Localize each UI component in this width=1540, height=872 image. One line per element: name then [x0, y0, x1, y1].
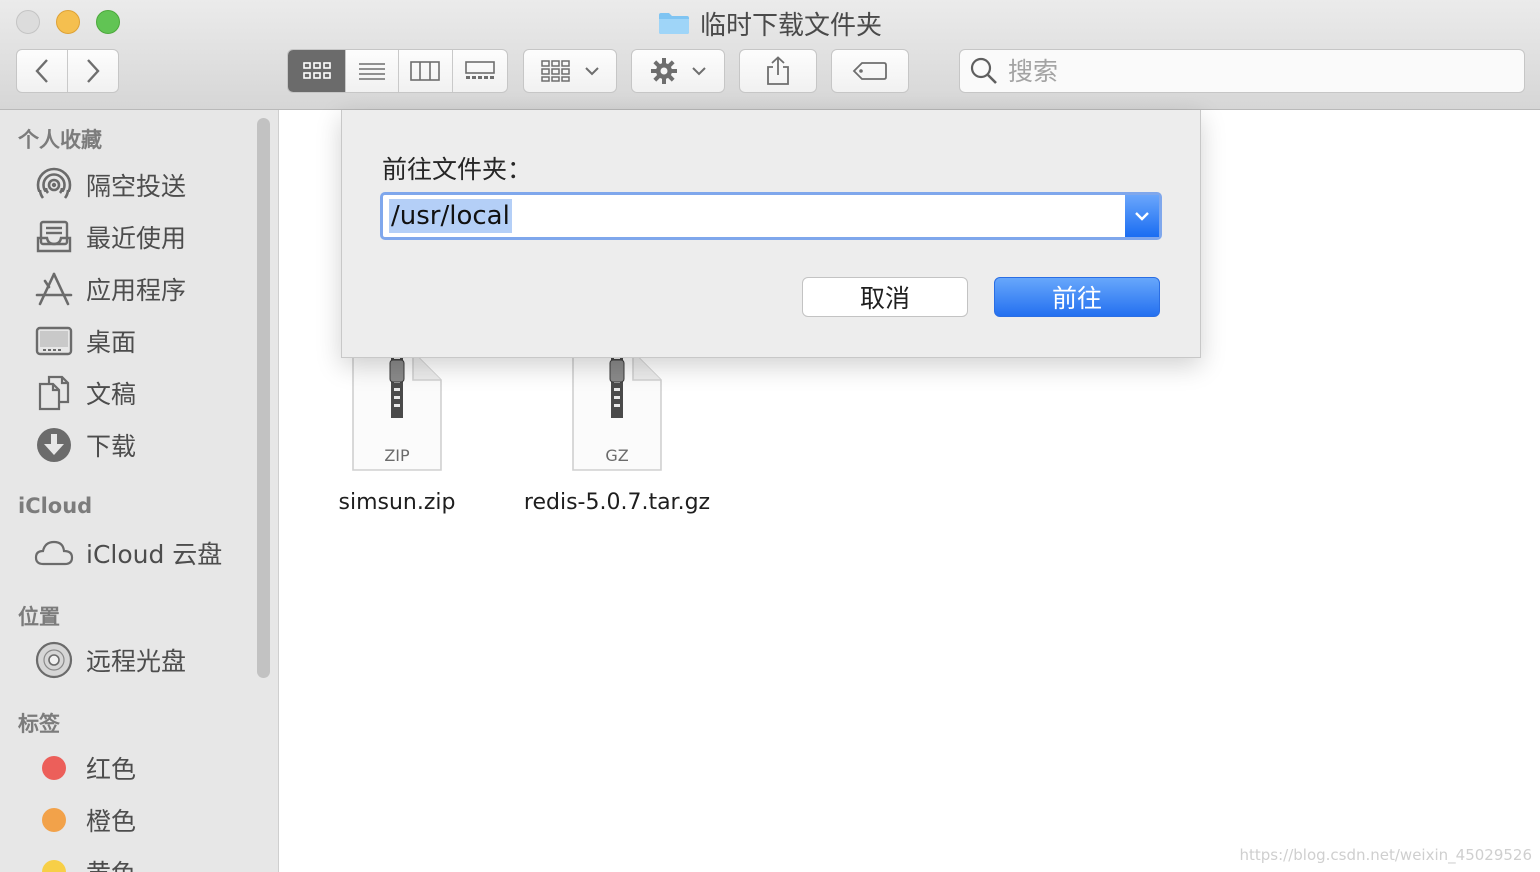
- sidebar-item-desktop[interactable]: 桌面: [34, 318, 244, 364]
- edit-tags-button[interactable]: [831, 49, 909, 93]
- sidebar-item-label: 应用程序: [86, 276, 187, 305]
- tag-color-dot: [42, 860, 66, 872]
- sidebar: 个人收藏 隔空投送 最近使用 应用程序 桌面 文稿 下载 iCloud iClo…: [0, 110, 279, 872]
- column-view-button[interactable]: [399, 50, 453, 92]
- file-type-label: ZIP: [384, 446, 410, 465]
- chevron-right-icon: [86, 59, 100, 83]
- icon-view-button[interactable]: [288, 50, 347, 92]
- group-by-button[interactable]: [523, 49, 617, 93]
- window-title-bar: 临时下载文件夹: [0, 6, 1540, 41]
- file-item[interactable]: ZIP simsun.zip: [297, 350, 497, 515]
- airdrop-icon: [34, 165, 74, 205]
- gallery-view-button[interactable]: [453, 50, 508, 92]
- chevron-down-icon: [585, 67, 599, 76]
- sidebar-item-label: 橙色: [86, 807, 137, 836]
- folder-icon: [658, 13, 689, 34]
- sidebar-header-locations: 位置: [18, 605, 60, 629]
- zip-file-icon: ZIP: [351, 350, 443, 471]
- search-field[interactable]: [959, 49, 1525, 93]
- view-mode-control: [287, 49, 508, 93]
- sidebar-scrollbar[interactable]: [257, 118, 270, 678]
- file-name: simsun.zip: [338, 490, 456, 515]
- finder-window: 临时下载文件夹 搜索 个人收藏 隔空投送 最近使用 应用程序 桌面 文稿 下载 …: [0, 0, 1540, 872]
- share-icon: [767, 56, 789, 85]
- list-icon: [359, 63, 386, 80]
- desktop-icon: [34, 321, 74, 361]
- chevron-down-icon: [1135, 212, 1149, 221]
- go-to-folder-dialog: 前往文件夹： /usr/local 取消 前往: [341, 110, 1201, 358]
- sidebar-item-label: 下载: [86, 432, 137, 461]
- sidebar-item-label: 桌面: [86, 328, 137, 357]
- grid-icon: [302, 62, 331, 79]
- sidebar-item-tag-red[interactable]: 红色: [34, 745, 244, 791]
- disc-icon: [34, 640, 74, 680]
- file-type-label: GZ: [605, 446, 629, 465]
- downloads-icon: [34, 425, 74, 465]
- applications-icon: [34, 269, 74, 309]
- forward-button[interactable]: [68, 50, 119, 92]
- sidebar-header-icloud: iCloud: [18, 494, 93, 518]
- sidebar-item-label: 红色: [86, 755, 137, 784]
- sidebar-item-tag-yellow[interactable]: 黄色: [34, 849, 244, 872]
- gear-icon: [651, 58, 677, 84]
- navigation-buttons: [16, 49, 119, 93]
- file-name: redis-5.0.7.tar.gz: [523, 490, 711, 515]
- sidebar-header-tags: 标签: [18, 712, 60, 736]
- sidebar-item-label: 最近使用: [86, 224, 187, 253]
- path-combobox[interactable]: /usr/local: [380, 192, 1162, 240]
- sidebar-item-label: 远程光盘: [86, 647, 187, 676]
- tag-color-dot: [42, 756, 66, 780]
- sidebar-item-label: 黄色: [86, 854, 136, 872]
- cancel-button[interactable]: 取消: [802, 277, 968, 317]
- chevron-left-icon: [35, 59, 48, 83]
- back-button[interactable]: [17, 50, 68, 92]
- go-button[interactable]: 前往: [994, 277, 1160, 317]
- sidebar-item-tag-orange[interactable]: 橙色: [34, 797, 244, 843]
- gz-file-icon: GZ: [571, 350, 663, 471]
- path-history-dropdown[interactable]: [1125, 195, 1159, 237]
- tag-icon: [852, 62, 887, 80]
- tag-color-dot: [42, 808, 66, 832]
- sidebar-item-applications[interactable]: 应用程序: [34, 266, 244, 312]
- columns-icon: [410, 61, 441, 81]
- sidebar-item-label: 文稿: [86, 380, 137, 409]
- toolbar: 临时下载文件夹: [0, 0, 1540, 110]
- documents-icon: [34, 373, 74, 413]
- recents-icon: [34, 217, 74, 257]
- sidebar-item-label: iCloud 云盘: [86, 540, 223, 569]
- watermark: https://blog.csdn.net/weixin_45029526: [1239, 846, 1532, 864]
- sidebar-item-label: 隔空投送: [86, 172, 187, 201]
- sidebar-item-recents[interactable]: 最近使用: [34, 214, 244, 260]
- sidebar-item-remote-disc[interactable]: 远程光盘: [34, 637, 244, 683]
- dialog-title: 前往文件夹：: [382, 155, 533, 184]
- chevron-down-icon: [692, 67, 706, 76]
- share-button[interactable]: [739, 49, 817, 93]
- path-input[interactable]: /usr/local: [389, 199, 512, 233]
- sidebar-item-icloud-drive[interactable]: iCloud 云盘: [34, 530, 244, 576]
- sidebar-header-favorites: 个人收藏: [18, 128, 102, 152]
- sidebar-item-documents[interactable]: 文稿: [34, 370, 244, 416]
- action-button[interactable]: [631, 49, 725, 93]
- window-title: 临时下载文件夹: [699, 10, 882, 41]
- list-view-button[interactable]: [346, 50, 399, 92]
- gallery-icon: [464, 61, 495, 79]
- search-input[interactable]: [1006, 55, 1490, 87]
- file-item[interactable]: GZ redis-5.0.7.tar.gz: [517, 350, 717, 515]
- group-grid-icon: [541, 60, 570, 82]
- sidebar-item-downloads[interactable]: 下载: [34, 422, 244, 468]
- search-icon: [970, 57, 997, 84]
- sidebar-item-airdrop[interactable]: 隔空投送: [34, 162, 244, 208]
- cloud-icon: [34, 533, 74, 573]
